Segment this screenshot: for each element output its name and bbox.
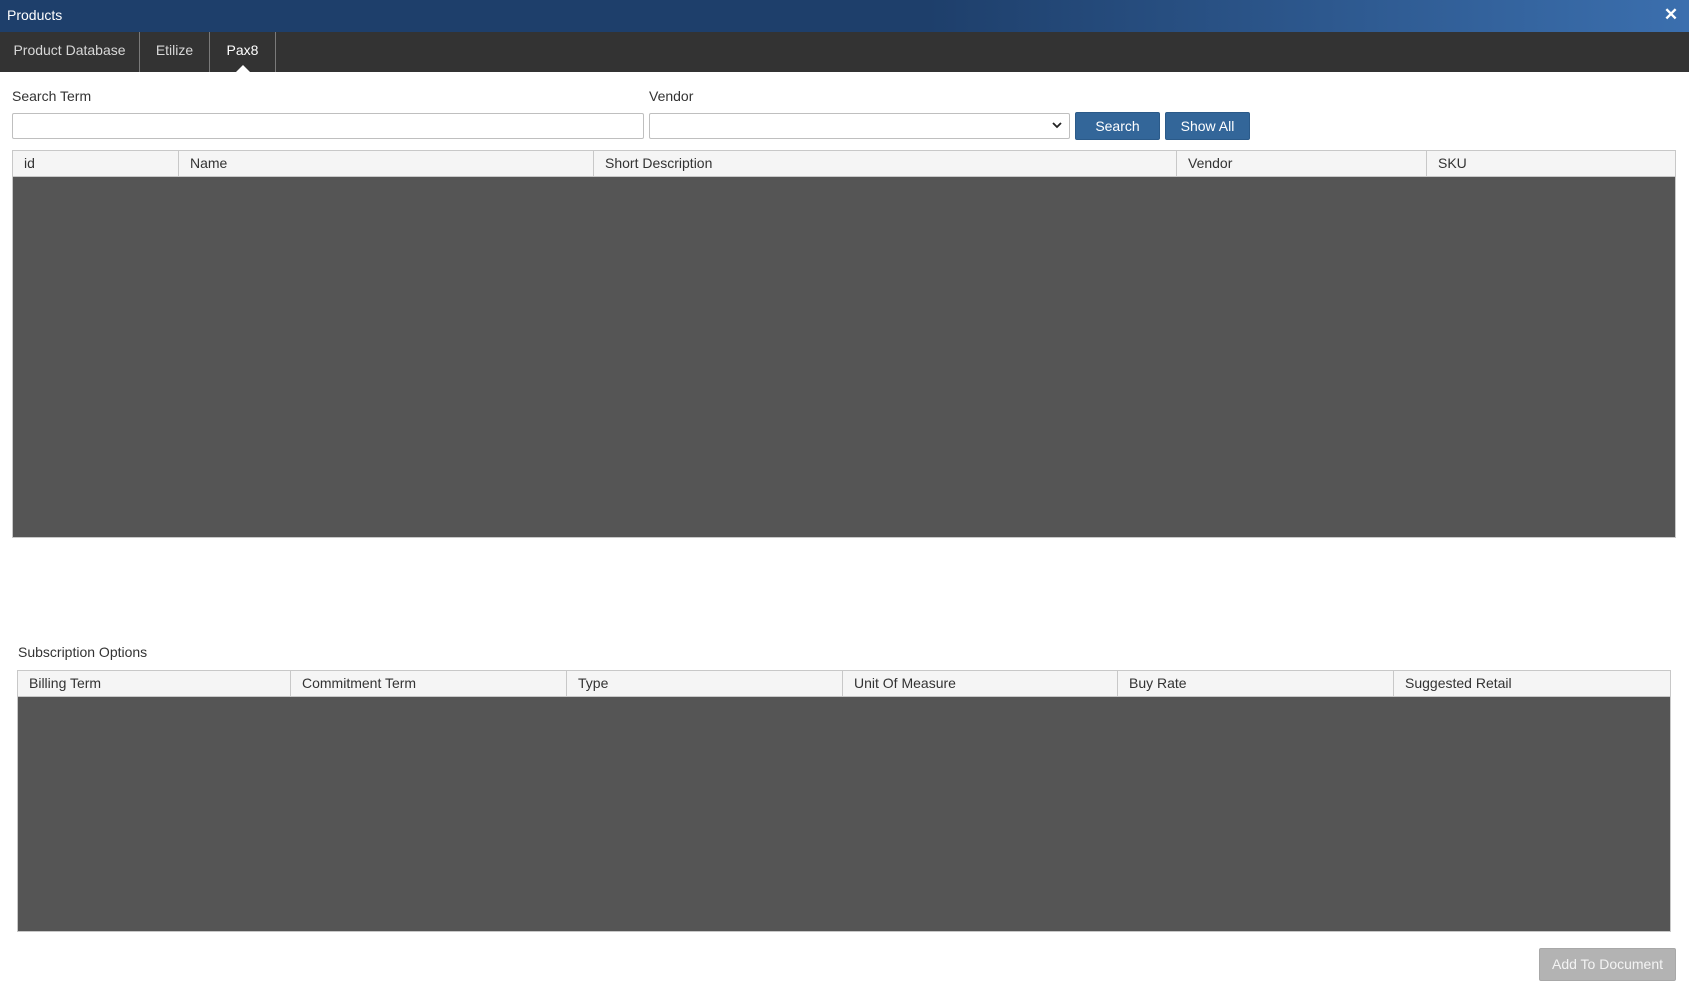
chevron-down-icon	[1052, 122, 1062, 129]
products-grid-header: id Name Short Description Vendor SKU	[13, 151, 1675, 177]
column-header-vendor[interactable]: Vendor	[1177, 151, 1427, 176]
search-term-input[interactable]	[12, 113, 644, 139]
subscription-options-grid: Billing Term Commitment Term Type Unit O…	[17, 670, 1671, 932]
column-header-type[interactable]: Type	[567, 671, 843, 696]
tab-product-database[interactable]: Product Database	[0, 32, 140, 72]
tab-bar: Product Database Etilize Pax8	[0, 32, 1689, 72]
search-button[interactable]: Search	[1075, 112, 1160, 140]
window-title: Products	[7, 7, 63, 23]
products-window: Products ✕ Product Database Etilize Pax8…	[0, 0, 1689, 1005]
products-grid-body[interactable]	[13, 177, 1675, 537]
vendor-select[interactable]	[649, 113, 1070, 139]
title-bar: Products ✕	[0, 0, 1689, 32]
subscription-grid-body[interactable]	[18, 697, 1670, 931]
column-header-commitment-term[interactable]: Commitment Term	[291, 671, 567, 696]
show-all-button[interactable]: Show All	[1165, 112, 1250, 140]
products-grid: id Name Short Description Vendor SKU	[12, 150, 1676, 538]
tab-etilize[interactable]: Etilize	[140, 32, 210, 72]
vendor-label: Vendor	[649, 88, 694, 104]
column-header-short-description[interactable]: Short Description	[594, 151, 1177, 176]
column-header-sku[interactable]: SKU	[1427, 151, 1675, 176]
close-icon[interactable]: ✕	[1662, 5, 1680, 25]
column-header-buy-rate[interactable]: Buy Rate	[1118, 671, 1394, 696]
subscription-options-title: Subscription Options	[18, 644, 148, 660]
subscription-grid-header: Billing Term Commitment Term Type Unit O…	[18, 671, 1670, 697]
column-header-id[interactable]: id	[13, 151, 179, 176]
add-to-document-button[interactable]: Add To Document	[1539, 948, 1676, 981]
search-term-label: Search Term	[12, 88, 92, 104]
column-header-suggested-retail[interactable]: Suggested Retail	[1394, 671, 1670, 696]
column-header-billing-term[interactable]: Billing Term	[18, 671, 291, 696]
column-header-unit-of-measure[interactable]: Unit Of Measure	[843, 671, 1118, 696]
tab-pax8[interactable]: Pax8	[210, 32, 276, 72]
column-header-name[interactable]: Name	[179, 151, 594, 176]
